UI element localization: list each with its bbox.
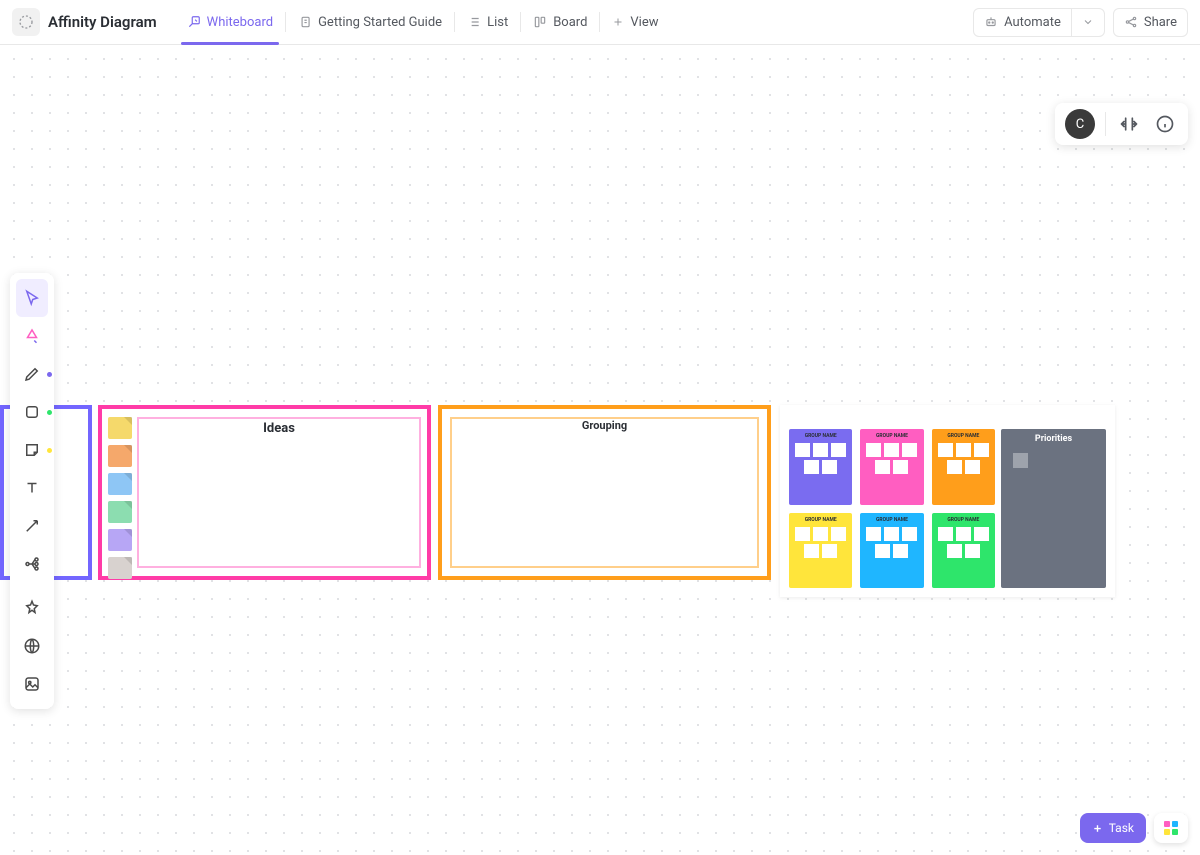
chevron-down-icon [1082,16,1094,28]
color-dot-icon [47,410,52,415]
tool-select[interactable] [16,279,48,317]
tool-connector[interactable] [16,507,48,545]
canvas-top-right-controls: C [1055,103,1188,145]
priority-item[interactable] [1013,453,1028,468]
task-label: Task [1109,821,1134,835]
tab-label: Board [553,15,587,30]
tool-image[interactable] [16,665,48,703]
whiteboard-canvas[interactable]: C [0,45,1200,855]
fit-width-button[interactable] [1116,111,1142,137]
bottom-right-controls: Task [1080,813,1188,843]
tab-board[interactable]: Board [521,0,599,44]
frame-priorities[interactable]: GROUP NAME GROUP NAME GROUP NAME GROUP N… [780,405,1115,597]
grouping-container[interactable]: Grouping [450,417,759,568]
tool-sticky[interactable] [16,431,48,469]
automate-group: Automate [973,8,1105,37]
user-avatar[interactable]: C [1065,109,1095,139]
pin-icon [187,15,201,29]
doc-settings-icon[interactable] [12,8,40,36]
swatch-column [108,417,132,579]
automate-dropdown[interactable] [1072,9,1104,36]
board-icon [533,15,547,29]
group-card[interactable]: GROUP NAME [932,429,995,505]
apps-grid-icon [1164,821,1178,835]
tool-mindmap[interactable] [16,545,48,583]
priorities-panel[interactable]: Priorities [1001,429,1106,588]
tab-list[interactable]: List [455,0,520,44]
share-label: Share [1144,15,1177,30]
tab-getting-started[interactable]: Getting Started Guide [286,0,454,44]
tab-whiteboard[interactable]: Whiteboard [175,0,285,44]
tab-label: Whiteboard [207,15,273,30]
new-task-button[interactable]: Task [1080,813,1146,843]
automate-button[interactable]: Automate [974,9,1072,36]
color-dot-icon [47,372,52,377]
group-card[interactable]: GROUP NAME [789,513,852,589]
plus-icon [1092,823,1103,834]
topbar-right: Automate Share [973,8,1188,37]
automate-label: Automate [1004,15,1061,30]
sticky-swatch[interactable] [108,529,132,551]
sticky-swatch[interactable] [108,557,132,579]
sticky-swatch[interactable] [108,417,132,439]
ideas-container[interactable]: Ideas [137,417,421,568]
share-button[interactable]: Share [1113,8,1188,37]
tab-label: View [630,15,658,30]
group-cards-grid: GROUP NAME GROUP NAME GROUP NAME GROUP N… [789,429,995,588]
priorities-title: Priorities [1001,434,1106,444]
tool-text[interactable] [16,469,48,507]
tab-label: List [487,15,508,30]
plus-icon [612,16,624,28]
info-button[interactable] [1152,111,1178,137]
tab-label: Getting Started Guide [318,15,442,30]
sticky-swatch[interactable] [108,445,132,467]
group-card[interactable]: GROUP NAME [860,513,923,589]
whiteboard-toolbar [10,273,54,709]
frame-grouping[interactable]: Grouping [438,405,771,580]
separator [1105,112,1106,136]
tool-shape[interactable] [16,393,48,431]
sticky-swatch[interactable] [108,501,132,523]
grouping-title: Grouping [452,419,757,432]
sticky-swatch[interactable] [108,473,132,495]
top-bar: Affinity Diagram Whiteboard Getting Star… [0,0,1200,45]
view-tabs: Whiteboard Getting Started Guide List Bo… [175,0,671,44]
share-icon [1124,15,1138,29]
tool-stamp[interactable] [16,589,48,627]
pin-doc-icon [298,15,312,29]
list-icon [467,15,481,29]
document-title[interactable]: Affinity Diagram [48,13,157,31]
tool-web[interactable] [16,627,48,665]
robot-icon [984,15,998,29]
group-card[interactable]: GROUP NAME [932,513,995,589]
frame-ideas[interactable]: Ideas [98,405,431,580]
group-card[interactable]: GROUP NAME [860,429,923,505]
tab-add-view[interactable]: View [600,0,670,44]
tool-pen[interactable] [16,355,48,393]
tool-ai[interactable] [16,317,48,355]
color-dot-icon [47,448,52,453]
apps-button[interactable] [1154,813,1188,843]
group-card[interactable]: GROUP NAME [789,429,852,505]
ideas-title: Ideas [139,419,419,436]
